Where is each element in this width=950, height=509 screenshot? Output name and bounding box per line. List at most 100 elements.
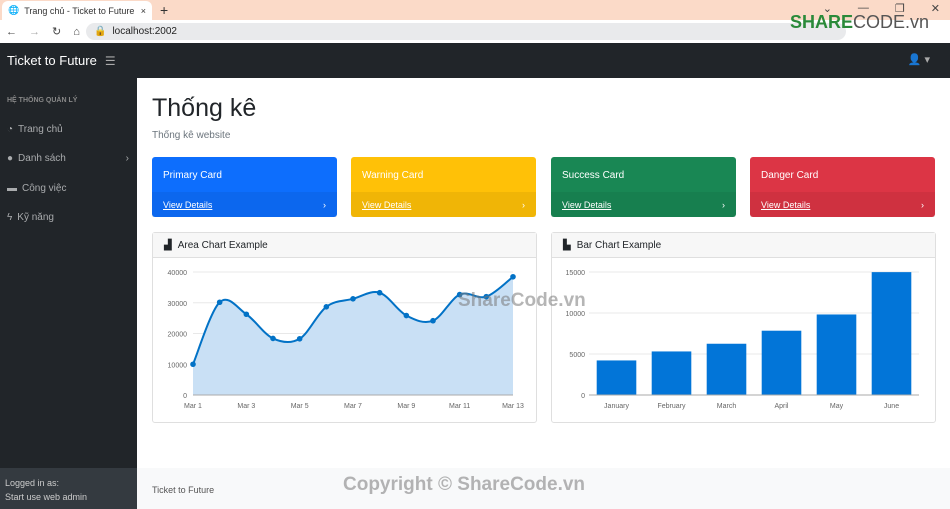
data-point — [296, 335, 303, 342]
user-icon: ● — [7, 153, 14, 164]
chevron-right-icon: › — [921, 199, 924, 210]
page-title: Thống kê — [152, 94, 257, 122]
view-details-link[interactable]: View Details — [562, 200, 611, 210]
forward-icon[interactable]: → — [29, 26, 40, 38]
x-tick-label: Mar 7 — [344, 403, 362, 410]
card-footer[interactable]: View Details › — [351, 192, 536, 217]
warning-card: Warning Card View Details › — [351, 157, 536, 217]
bars-icon[interactable]: ☰ — [105, 54, 116, 68]
chevron-right-icon: › — [522, 199, 525, 210]
globe-icon: 🌐 — [8, 5, 20, 15]
brand[interactable]: Ticket to Future — [7, 53, 97, 68]
view-details-link[interactable]: View Details — [761, 200, 810, 210]
sidebar: HỆ THỐNG QUẢN LÝ ◔ Trang chủ ● Danh sách › … — [0, 78, 137, 509]
watermark-center: ShareCode.vn — [458, 290, 586, 311]
y-tick-label: 0 — [183, 393, 187, 400]
card-title: Primary Card — [163, 170, 222, 181]
y-tick-label: 0 — [581, 393, 585, 400]
bar-chart-card: ▙ Bar Chart Example 0 5000 10000 15000 Januar… — [551, 232, 936, 423]
sidebar-item-label: Kỹ năng — [17, 212, 54, 223]
page-subtitle: Thống kê website — [152, 130, 231, 141]
card-footer[interactable]: View Details › — [152, 192, 337, 217]
data-point — [403, 312, 410, 319]
sidebar-item-danh-sach[interactable]: ● Danh sách › — [7, 153, 129, 164]
view-details-link[interactable]: View Details — [163, 200, 212, 210]
browser-tab[interactable]: 🌐 Trang chủ - Ticket to Future Admin × — [2, 1, 152, 20]
logged-in-user: Start use web admin — [5, 492, 88, 502]
sidebar-footer: Logged in as: Start use web admin — [0, 468, 137, 509]
card-title: Danger Card — [761, 170, 819, 181]
sidebar-item-label: Công việc — [22, 183, 67, 194]
card-footer[interactable]: View Details › — [551, 192, 736, 217]
area-chart: 0 10000 20000 30000 40000 Mar 1 Mar 3 Mar 5 Mar … — [168, 270, 524, 410]
sidebar-item-label: Trang chủ — [18, 124, 63, 135]
user-menu[interactable]: 👤 ▾ — [908, 53, 930, 66]
chart-bar-icon: ▙ — [563, 239, 571, 251]
sidebar-item-cong-viec[interactable]: ▬ Công việc — [7, 183, 129, 194]
y-tick-label: 40000 — [168, 270, 188, 277]
bar — [651, 351, 692, 395]
user-icon: 👤 — [907, 54, 922, 66]
reload-icon[interactable]: ↻ — [52, 25, 61, 38]
y-tick-label: 10000 — [566, 311, 586, 318]
data-point — [243, 311, 250, 318]
tab-title: Trang chủ - Ticket to Future Admin — [24, 5, 136, 16]
back-icon[interactable]: ← — [6, 26, 17, 38]
sidebar-heading: HỆ THỐNG QUẢN LÝ — [7, 97, 78, 104]
navbar: Ticket to Future ☰ 👤 ▾ — [0, 43, 950, 78]
footer-text: Ticket to Future — [152, 485, 215, 495]
chevron-right-icon: › — [323, 199, 326, 210]
success-card: Success Card View Details › — [551, 157, 736, 217]
x-tick-label: Mar 3 — [237, 403, 255, 410]
x-tick-label: March — [717, 403, 737, 410]
x-tick-label: February — [657, 403, 686, 410]
bar — [761, 330, 802, 395]
x-tick-label: Mar 9 — [397, 403, 415, 410]
bar — [706, 343, 747, 395]
area-chart-card: ▟ Area Chart Example 0 10000 20000 30000 4000… — [152, 232, 537, 423]
bar-chart: 0 5000 10000 15000 January February March April… — [566, 270, 919, 410]
data-point — [323, 304, 330, 310]
close-tab-icon[interactable]: × — [141, 6, 146, 16]
new-tab-button[interactable]: + — [160, 2, 168, 18]
card-title: Success Card — [562, 170, 625, 181]
view-details-link[interactable]: View Details — [362, 200, 411, 210]
data-point — [350, 296, 356, 302]
primary-card: Primary Card View Details › — [152, 157, 337, 217]
chevron-right-icon: › — [125, 153, 129, 164]
chart-title: Area Chart Example — [177, 239, 268, 251]
briefcase-icon: ▬ — [7, 183, 17, 194]
data-point — [190, 361, 196, 368]
lock-icon: 🔒 — [94, 26, 107, 37]
bar — [816, 314, 857, 395]
sidebar-item-ky-nang[interactable]: ϟ Kỹ năng — [7, 212, 129, 223]
sidebar-item-trang-chu[interactable]: ◔ Trang chủ — [7, 124, 129, 135]
x-tick-label: Mar 5 — [291, 403, 309, 410]
x-tick-label: April — [774, 403, 788, 410]
x-tick-label: June — [884, 403, 899, 410]
chart-area-icon: ▟ — [164, 239, 172, 251]
y-tick-label: 5000 — [569, 352, 585, 359]
danger-card: Danger Card View Details › — [750, 157, 935, 217]
sidebar-item-label: Danh sách — [18, 153, 66, 164]
bar — [871, 272, 912, 395]
bar — [596, 360, 637, 395]
data-point — [270, 335, 276, 342]
x-tick-label: Mar 13 — [502, 403, 524, 410]
watermark-bottom: Copyright © ShareCode.vn — [343, 474, 586, 495]
bolt-icon: ϟ — [7, 212, 13, 223]
x-tick-label: May — [830, 403, 844, 410]
data-point — [376, 289, 383, 296]
logged-in-label: Logged in as: — [5, 478, 60, 488]
close-window-icon[interactable]: ✕ — [931, 2, 940, 15]
url-text: localhost:2002 — [112, 26, 177, 37]
sharecode-logo: SHARECODE.vn — [790, 12, 930, 32]
url-input[interactable]: 🔒 localhost:2002 — [86, 23, 846, 40]
main-content: Thống kê Thống kê website Primary Card Vi… — [137, 78, 950, 468]
y-tick-label: 10000 — [168, 362, 188, 369]
chevron-right-icon: › — [722, 199, 725, 210]
data-point — [216, 299, 223, 306]
card-footer[interactable]: View Details › — [750, 192, 935, 217]
home-icon[interactable]: ⌂ — [73, 26, 80, 38]
gauge-icon: ◔ — [7, 124, 14, 135]
